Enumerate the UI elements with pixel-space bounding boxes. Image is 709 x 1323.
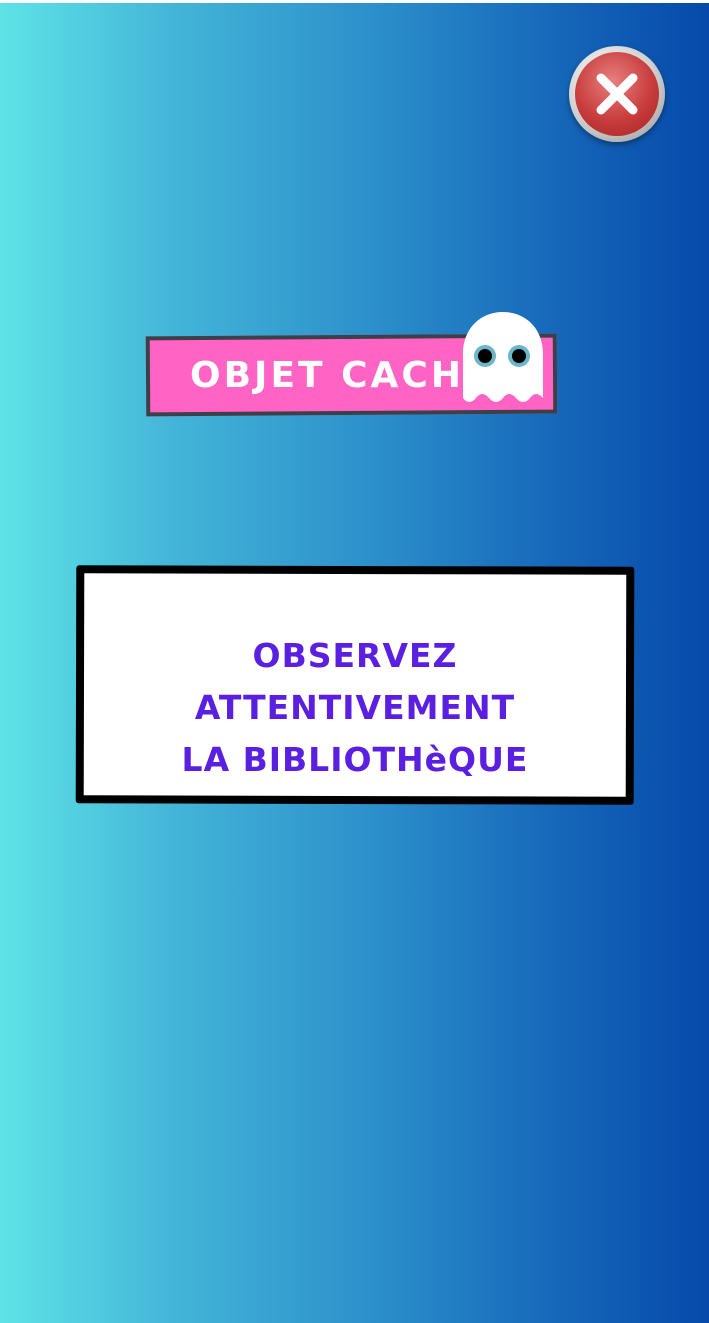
ghost-icon xyxy=(463,312,543,402)
close-x-icon xyxy=(596,73,638,115)
top-edge-divider xyxy=(0,0,709,3)
title-text: OBJET CACHÉ xyxy=(190,355,492,396)
close-button[interactable] xyxy=(569,46,665,142)
instruction-text: OBSERVEZ ATTENTIVEMENT LA BIBLIOTHèQUE xyxy=(90,630,620,786)
instruction-line-2: LA BIBLIOTHèQUE xyxy=(181,740,529,779)
instruction-line-1: OBSERVEZ ATTENTIVEMENT xyxy=(194,636,516,727)
